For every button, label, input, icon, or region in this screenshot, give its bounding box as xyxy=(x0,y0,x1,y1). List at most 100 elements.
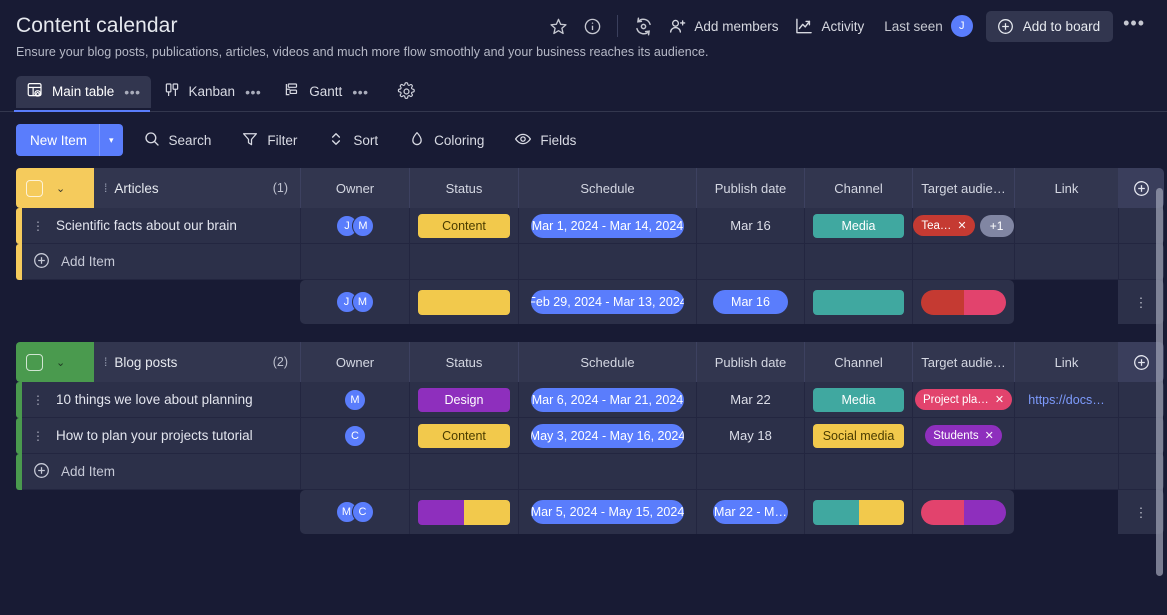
summary-target-bar xyxy=(921,499,1006,525)
add-members-button[interactable]: Add members xyxy=(660,12,786,41)
column-header-schedule[interactable]: Schedule xyxy=(518,168,696,208)
channel-cell[interactable]: Media xyxy=(804,382,912,418)
avatar[interactable]: J xyxy=(949,14,974,38)
remove-tag-icon[interactable]: ✕ xyxy=(995,393,1004,406)
avatar[interactable]: M xyxy=(344,388,366,411)
activity-button[interactable]: Activity xyxy=(786,11,872,41)
tab-main-table[interactable]: Main table ••• xyxy=(16,75,151,108)
link-url[interactable]: https://docs… xyxy=(1028,393,1104,407)
remove-tag-icon[interactable]: ✕ xyxy=(957,219,966,232)
channel-cell[interactable]: Social media xyxy=(804,418,912,454)
column-header-channel[interactable]: Channel xyxy=(804,342,912,382)
coloring-button[interactable]: Coloring xyxy=(398,124,494,156)
group-color-handle[interactable]: ⌄ xyxy=(16,342,94,382)
link-cell[interactable] xyxy=(1014,208,1118,244)
schedule-date-range: Mar 1, 2024 - Mar 14, 2024 xyxy=(531,213,684,238)
new-item-button[interactable]: New Item ▾ xyxy=(16,124,123,156)
row-menu-icon[interactable]: ⋮ xyxy=(32,430,44,442)
target-audience-cell[interactable]: Students ✕ xyxy=(912,418,1014,454)
chevron-down-icon[interactable]: ▾ xyxy=(100,135,123,146)
publish-date-cell[interactable]: Mar 22 xyxy=(696,382,804,418)
avatar[interactable]: M xyxy=(352,214,374,237)
schedule-date-range: Mar 6, 2024 - Mar 21, 2024 xyxy=(531,387,684,412)
column-header-target-audie-[interactable]: Target audie… xyxy=(912,168,1014,208)
row-name-cell[interactable]: ⋮ How to plan your projects tutorial xyxy=(22,418,300,454)
sort-button[interactable]: Sort xyxy=(317,124,388,156)
group-title-label: Articles xyxy=(114,180,159,196)
owner-cell[interactable]: M xyxy=(300,382,409,418)
owner-cell[interactable]: C xyxy=(300,418,409,454)
tab-gantt[interactable]: Gantt ••• xyxy=(273,76,378,108)
tab-kanban[interactable]: Kanban ••• xyxy=(153,76,272,108)
gear-icon[interactable] xyxy=(389,82,424,101)
avatar[interactable]: C xyxy=(344,424,366,447)
tab-kanban-menu[interactable]: ••• xyxy=(245,84,261,100)
add-item-button[interactable]: Add Item xyxy=(22,454,300,490)
board-more-menu-button[interactable]: ••• xyxy=(1113,13,1151,40)
row-name-cell[interactable]: ⋮ 10 things we love about planning xyxy=(22,382,300,418)
add-item-row[interactable]: Add Item xyxy=(16,454,1167,490)
column-header-link[interactable]: Link xyxy=(1014,342,1118,382)
group-select-checkbox[interactable] xyxy=(26,179,43,197)
activity-refresh-icon[interactable] xyxy=(626,11,660,41)
schedule-cell[interactable]: Mar 6, 2024 - Mar 21, 2024 xyxy=(518,382,696,418)
group-title[interactable]: ⁞ Blog posts (2) xyxy=(94,342,300,382)
star-icon[interactable] xyxy=(541,11,575,41)
target-tag[interactable]: Project pla… ✕ xyxy=(914,389,1013,410)
owner-cell[interactable]: JM xyxy=(300,208,409,244)
drag-handle-icon[interactable]: ⁞ xyxy=(104,181,108,195)
search-button[interactable]: Search xyxy=(133,124,222,156)
publish-date-cell[interactable]: Mar 16 xyxy=(696,208,804,244)
channel-cell[interactable]: Media xyxy=(804,208,912,244)
remove-tag-icon[interactable]: ✕ xyxy=(985,429,994,442)
active-tab-indicator xyxy=(14,110,150,112)
summary-publish-cell: Mar 22 - M… xyxy=(696,490,804,534)
filter-button[interactable]: Filter xyxy=(231,124,307,156)
search-icon xyxy=(143,130,161,151)
add-item-button[interactable]: Add Item xyxy=(22,244,300,280)
info-icon[interactable] xyxy=(575,11,609,41)
group-title[interactable]: ⁞ Articles (1) xyxy=(94,168,300,208)
column-header-publish-date[interactable]: Publish date xyxy=(696,342,804,382)
column-header-target-audie-[interactable]: Target audie… xyxy=(912,342,1014,382)
target-audience-cell[interactable]: Project pla… ✕ xyxy=(912,382,1014,418)
column-header-owner[interactable]: Owner xyxy=(300,342,409,382)
column-header-link[interactable]: Link xyxy=(1014,168,1118,208)
avatar[interactable]: M xyxy=(351,291,374,313)
add-item-row[interactable]: Add Item xyxy=(16,244,1167,280)
column-header-owner[interactable]: Owner xyxy=(300,168,409,208)
link-cell[interactable] xyxy=(1014,418,1118,454)
column-header-channel[interactable]: Channel xyxy=(804,168,912,208)
target-more-badge[interactable]: +1 xyxy=(979,214,1014,237)
schedule-cell[interactable]: Mar 1, 2024 - Mar 14, 2024 xyxy=(518,208,696,244)
column-header-status[interactable]: Status xyxy=(409,342,518,382)
view-tabs: Main table ••• Kanban ••• Gantt ••• xyxy=(0,72,1167,112)
target-tag[interactable]: Tea… ✕ xyxy=(913,215,975,236)
tab-main-table-menu[interactable]: ••• xyxy=(124,84,140,100)
link-cell[interactable]: https://docs… xyxy=(1014,382,1118,418)
avatar[interactable]: C xyxy=(351,501,374,523)
column-header-publish-date[interactable]: Publish date xyxy=(696,168,804,208)
vertical-scrollbar-track[interactable] xyxy=(1156,182,1163,615)
fields-button[interactable]: Fields xyxy=(504,124,586,156)
schedule-cell[interactable]: May 3, 2024 - May 16, 2024 xyxy=(518,418,696,454)
vertical-scrollbar-thumb[interactable] xyxy=(1156,188,1163,576)
status-cell[interactable]: Content xyxy=(409,418,518,454)
drag-handle-icon[interactable]: ⁞ xyxy=(104,355,108,369)
column-header-status[interactable]: Status xyxy=(409,168,518,208)
chevron-down-icon[interactable]: ⌄ xyxy=(56,356,65,369)
target-audience-cell[interactable]: Tea… ✕ +1 xyxy=(912,208,1014,244)
chevron-down-icon[interactable]: ⌄ xyxy=(56,182,65,195)
status-cell[interactable]: Design xyxy=(409,382,518,418)
column-header-schedule[interactable]: Schedule xyxy=(518,342,696,382)
row-name-cell[interactable]: ⋮ Scientific facts about our brain xyxy=(22,208,300,244)
row-menu-icon[interactable]: ⋮ xyxy=(32,394,44,406)
row-menu-icon[interactable]: ⋮ xyxy=(32,220,44,232)
group-color-handle[interactable]: ⌄ xyxy=(16,168,94,208)
target-tag[interactable]: Students ✕ xyxy=(925,425,1002,446)
tab-gantt-menu[interactable]: ••• xyxy=(352,84,368,100)
add-to-board-button[interactable]: Add to board xyxy=(985,10,1114,42)
status-cell[interactable]: Content xyxy=(409,208,518,244)
group-select-checkbox[interactable] xyxy=(26,353,43,371)
publish-date-cell[interactable]: May 18 xyxy=(696,418,804,454)
